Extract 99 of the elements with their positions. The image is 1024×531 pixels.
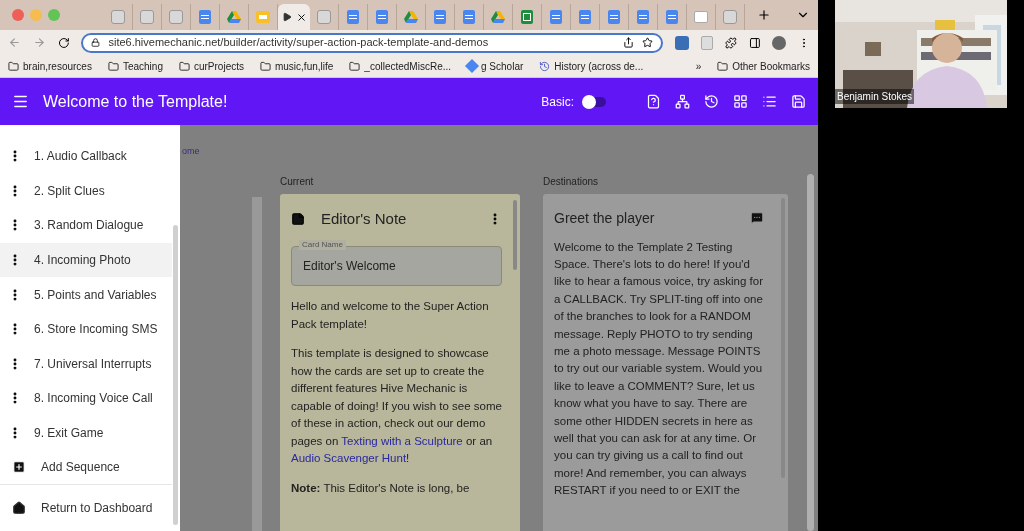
address-bar[interactable]: site6.hivemechanic.net/builder/activity/super-action-pack-template-and-demos (81, 32, 664, 53)
side-panel-icon[interactable] (748, 36, 761, 49)
folder-icon (259, 60, 271, 72)
star-icon[interactable] (642, 37, 654, 48)
sequence-label: 5. Points and Variables (34, 286, 157, 304)
card-title: Greet the player (554, 208, 655, 228)
sequence-label: 2. Split Clues (34, 182, 105, 200)
sequence-item[interactable]: 9. Exit Game (0, 415, 172, 451)
grid-icon[interactable] (733, 94, 748, 109)
sequence-item[interactable]: 1. Audio Callback (0, 139, 172, 174)
document-icon (376, 10, 388, 24)
slides-icon (256, 11, 270, 23)
folder-icon (349, 60, 361, 72)
sequence-item[interactable]: 3. Random Dialogue (0, 208, 172, 243)
bookmark[interactable]: brain,resources (8, 58, 92, 74)
extensions-icon[interactable] (724, 36, 737, 49)
sequence-label: 8. Incoming Voice Call (34, 390, 153, 408)
card-name-field[interactable]: Editor's Welcome (291, 246, 502, 286)
sequence-item[interactable]: 6. Store Incoming SMS (0, 311, 172, 347)
save-icon[interactable] (791, 94, 806, 109)
scrollbar (513, 199, 517, 270)
bookmark[interactable]: Teaching (107, 58, 163, 74)
field-label: Card Name (299, 240, 346, 250)
column-heading: Destinations (543, 174, 600, 189)
site-icon (140, 10, 154, 24)
site-icon (694, 11, 708, 23)
sequence-label: 7. Universal Interrupts (34, 355, 152, 373)
reload-icon[interactable] (57, 36, 70, 49)
profile-avatar[interactable] (772, 35, 787, 50)
url-text: site6.hivemechanic.net/builder/activity/super-action-pack-template-and-demos (108, 35, 489, 51)
drive-icon (491, 11, 505, 23)
sequence-item[interactable]: 4. Incoming Photo (0, 242, 172, 278)
document-icon (579, 10, 591, 24)
document-icon (637, 10, 649, 24)
card-paragraph: Hello and welcome to the Super Action Pack template! (291, 299, 490, 332)
toggle-label: Basic: (541, 93, 574, 111)
document-icon (608, 10, 620, 24)
site-icon (169, 10, 183, 24)
card-title: Editor's Note (321, 208, 407, 229)
add-icon (12, 459, 26, 474)
sequence-label: 4. Incoming Photo (34, 251, 131, 269)
sequence-label: 3. Random Dialogue (34, 217, 144, 235)
inline-link[interactable]: Texting with a Sculpture (341, 434, 463, 447)
folder-icon (8, 60, 19, 72)
sequence-item[interactable]: 2. Split Clues (0, 173, 172, 209)
sequence-label: 1. Audio Callback (34, 148, 127, 166)
menu-icon[interactable] (12, 93, 29, 110)
history-icon (539, 60, 551, 72)
dashboard-item[interactable]: Return to Dashboard (0, 484, 172, 531)
tree-icon[interactable] (675, 94, 690, 109)
home-icon (12, 500, 26, 515)
chat-icon (750, 211, 764, 225)
sequence-item[interactable]: 8. Incoming Voice Call (0, 380, 172, 416)
folder-icon (107, 60, 119, 72)
document-icon (347, 10, 359, 24)
message-text: Welcome to the Template 2 Testing Space. There's lots to do here! If you'd like to hear a famous voice, try asking for a CALLBACK. Try SPLIT-ting off into one of the branches to look for a RANDOM message. Reply PHOTO to try sending me a photo message. Message POINTS to try out our variable system. Would you like to leave a COMMENT? Sure, let us know what you have to say. There are some other HIDDEN secrets in here as well that you can ask for at any time. Or you can try giving us a call to find out more! And remember, you can always RESTART if you need to or EXIT the (554, 239, 764, 499)
site-icon (317, 10, 331, 24)
bookmark[interactable]: curProjects (178, 58, 244, 74)
bookmark[interactable]: History (across de... (539, 58, 644, 74)
bookmark[interactable]: _collectedMiscRe... (349, 58, 452, 74)
card-paragraph: Note: This Editor's Note is long, be (291, 480, 471, 496)
close-icon[interactable] (295, 11, 307, 23)
sequence-label: 9. Exit Game (34, 424, 104, 442)
site-icon (723, 10, 737, 24)
app-title: Welcome to the Template! (43, 91, 228, 112)
document-icon (434, 10, 446, 24)
bookmark[interactable]: Other Bookmarks (717, 58, 810, 74)
document-icon (199, 10, 211, 24)
document-icon (550, 10, 562, 24)
document-icon (666, 10, 678, 24)
folder-icon (717, 60, 729, 72)
share-icon[interactable] (623, 37, 635, 48)
bookmark[interactable]: music,fun,life (259, 58, 334, 74)
document-icon (463, 10, 475, 24)
drive-icon (227, 11, 241, 23)
help-icon[interactable] (646, 94, 661, 109)
card-paragraph: This template is designed to showcase how the cards are set up to create the different features Hive Mechanic is capable of doing! If you wish to see some of these in action, check out our demo pages on Texting with a Sculpture or an Audio Scavenger Hunt! (291, 346, 502, 466)
new-tab-icon[interactable] (757, 8, 771, 22)
list-icon[interactable] (762, 94, 777, 109)
browser-tab[interactable] (278, 4, 310, 30)
folder-icon (178, 60, 190, 72)
bookmark[interactable]: g Scholar (467, 58, 524, 74)
column-heading: Current (280, 174, 315, 189)
basic-toggle[interactable] (582, 96, 606, 107)
sequence-item[interactable]: 7. Universal Interrupts (0, 346, 172, 381)
lock-icon (91, 38, 101, 47)
field-value: Editor's Welcome (303, 258, 396, 275)
site-icon (111, 10, 125, 24)
more-bookmarks-button[interactable]: » (695, 58, 702, 74)
extension-icon[interactable] (675, 35, 689, 50)
spreadsheet-icon (521, 10, 533, 24)
note-icon (291, 211, 305, 226)
participant-name: Benjamin Stokes (835, 89, 915, 104)
sequence-item[interactable]: 5. Points and Variables (0, 277, 172, 312)
add-sequence-item[interactable]: Add Sequence (0, 450, 172, 485)
sequence-label: 6. Store Incoming SMS (34, 321, 158, 339)
drive-icon (404, 11, 418, 23)
play-icon (281, 12, 292, 22)
history-icon[interactable] (704, 94, 719, 109)
